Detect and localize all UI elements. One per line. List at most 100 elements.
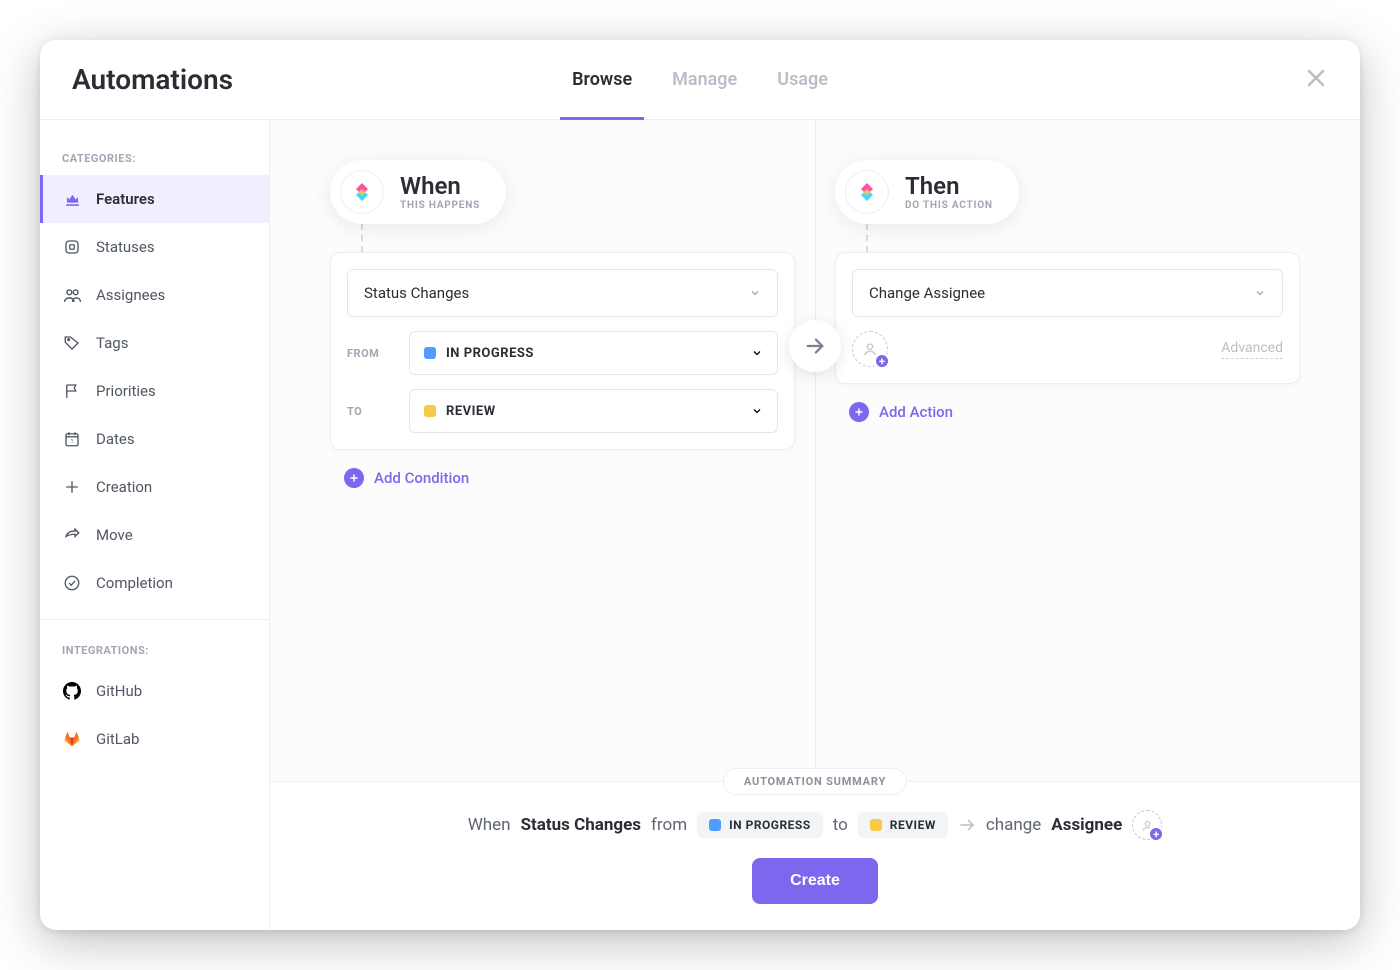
summary-from-name: IN PROGRESS xyxy=(729,818,811,832)
summary-to-name: REVIEW xyxy=(890,818,936,832)
summary-action-target: Assignee xyxy=(1051,815,1122,835)
summary-action-prefix: change xyxy=(986,815,1041,835)
add-action-label: Add Action xyxy=(879,403,953,421)
sidebar-item-tags[interactable]: Tags xyxy=(40,319,269,367)
connector-line xyxy=(361,224,363,252)
then-header-pill: Then DO THIS ACTION xyxy=(835,160,1019,224)
sidebar-item-statuses[interactable]: Statuses xyxy=(40,223,269,271)
square-icon xyxy=(62,237,82,257)
to-status-name: REVIEW xyxy=(446,404,496,419)
advanced-link[interactable]: Advanced xyxy=(1221,340,1283,359)
assignee-picker[interactable]: + xyxy=(852,331,888,367)
automations-modal: Automations Browse Manage Usage CATEGORI… xyxy=(40,40,1360,930)
flag-icon xyxy=(62,381,82,401)
sidebar-item-label: GitHub xyxy=(96,682,142,700)
summary-to-status: REVIEW xyxy=(858,812,948,838)
sidebar-categories-label: CATEGORIES: xyxy=(40,140,269,175)
summary-section: AUTOMATION SUMMARY When Status Changes f… xyxy=(270,781,1360,930)
action-card: Change Assignee + Advanced xyxy=(835,252,1300,384)
from-label: FROM xyxy=(347,347,395,360)
status-color-swatch xyxy=(709,819,721,831)
close-button[interactable] xyxy=(1304,66,1332,94)
add-condition-label: Add Condition xyxy=(374,469,469,487)
app-logo-icon xyxy=(845,170,889,214)
app-logo-icon xyxy=(340,170,384,214)
sidebar-integrations-label: INTEGRATIONS: xyxy=(40,632,269,667)
then-subtitle: DO THIS ACTION xyxy=(905,200,993,211)
sidebar-divider xyxy=(40,619,269,620)
mini-plus-icon: + xyxy=(1148,826,1164,842)
sidebar-item-features[interactable]: Features xyxy=(40,175,269,223)
sidebar-item-github[interactable]: GitHub xyxy=(40,667,269,715)
from-status-select[interactable]: IN PROGRESS xyxy=(409,331,778,375)
sidebar-item-dates[interactable]: 1 Dates xyxy=(40,415,269,463)
page-title: Automations xyxy=(72,63,233,96)
summary-from-status: IN PROGRESS xyxy=(697,812,823,838)
sidebar-item-label: Creation xyxy=(96,478,152,496)
chevron-down-icon xyxy=(749,287,761,299)
crown-icon xyxy=(62,189,82,209)
tab-usage[interactable]: Usage xyxy=(777,40,828,119)
from-status-name: IN PROGRESS xyxy=(446,346,534,361)
add-action-button[interactable]: Add Action xyxy=(849,402,1300,422)
arrow-right-icon xyxy=(958,816,976,834)
summary-from-word: from xyxy=(651,815,687,835)
when-column: When THIS HAPPENS Status Changes xyxy=(330,160,795,761)
arrow-right-icon xyxy=(804,335,826,357)
then-title: Then xyxy=(905,173,993,199)
tab-browse[interactable]: Browse xyxy=(572,40,632,119)
main-panel: When THIS HAPPENS Status Changes xyxy=(270,120,1360,930)
sidebar-item-label: Priorities xyxy=(96,382,156,400)
chevron-down-icon xyxy=(751,347,763,359)
to-label: TO xyxy=(347,405,395,418)
sidebar-item-label: Statuses xyxy=(96,238,155,256)
sidebar-item-label: GitLab xyxy=(96,730,139,748)
summary-assignee-picker[interactable]: + xyxy=(1132,810,1162,840)
sidebar-item-assignees[interactable]: Assignees xyxy=(40,271,269,319)
action-select[interactable]: Change Assignee xyxy=(852,269,1283,317)
sidebar-item-label: Move xyxy=(96,526,133,544)
when-title: When xyxy=(400,173,480,199)
chevron-down-icon xyxy=(751,405,763,417)
sidebar-item-move[interactable]: Move xyxy=(40,511,269,559)
sidebar-item-completion[interactable]: Completion xyxy=(40,559,269,607)
modal-header: Automations Browse Manage Usage xyxy=(40,40,1360,120)
trigger-card: Status Changes FROM IN PROGRESS xyxy=(330,252,795,450)
close-icon xyxy=(1304,66,1328,90)
status-color-swatch xyxy=(870,819,882,831)
github-icon xyxy=(62,681,82,701)
gitlab-icon xyxy=(62,729,82,749)
summary-prefix: When xyxy=(468,815,511,835)
sidebar-item-gitlab[interactable]: GitLab xyxy=(40,715,269,763)
summary-badge: AUTOMATION SUMMARY xyxy=(723,768,907,795)
flow-arrow xyxy=(789,320,841,372)
summary-trigger: Status Changes xyxy=(521,815,641,835)
sidebar: CATEGORIES: Features Statuses Assignees xyxy=(40,120,270,930)
column-divider xyxy=(815,120,816,781)
then-column: Then DO THIS ACTION Change Assignee xyxy=(835,160,1300,761)
users-icon xyxy=(62,285,82,305)
plus-icon xyxy=(62,477,82,497)
sidebar-item-priorities[interactable]: Priorities xyxy=(40,367,269,415)
when-subtitle: THIS HAPPENS xyxy=(400,200,480,211)
sidebar-item-label: Tags xyxy=(96,334,128,352)
modal-body: CATEGORIES: Features Statuses Assignees xyxy=(40,120,1360,930)
sidebar-item-label: Completion xyxy=(96,574,173,592)
check-circle-icon xyxy=(62,573,82,593)
trigger-select[interactable]: Status Changes xyxy=(347,269,778,317)
add-condition-button[interactable]: Add Condition xyxy=(344,468,795,488)
plus-circle-icon xyxy=(344,468,364,488)
status-color-swatch xyxy=(424,347,436,359)
trigger-select-label: Status Changes xyxy=(364,284,469,302)
automation-builder: When THIS HAPPENS Status Changes xyxy=(270,120,1360,781)
svg-text:1: 1 xyxy=(71,439,74,445)
plus-circle-icon xyxy=(849,402,869,422)
sidebar-item-creation[interactable]: Creation xyxy=(40,463,269,511)
tab-manage[interactable]: Manage xyxy=(672,40,737,119)
create-button[interactable]: Create xyxy=(752,858,878,904)
tag-icon xyxy=(62,333,82,353)
when-header-pill: When THIS HAPPENS xyxy=(330,160,506,224)
summary-to-word: to xyxy=(833,815,848,835)
to-status-select[interactable]: REVIEW xyxy=(409,389,778,433)
status-color-swatch xyxy=(424,405,436,417)
